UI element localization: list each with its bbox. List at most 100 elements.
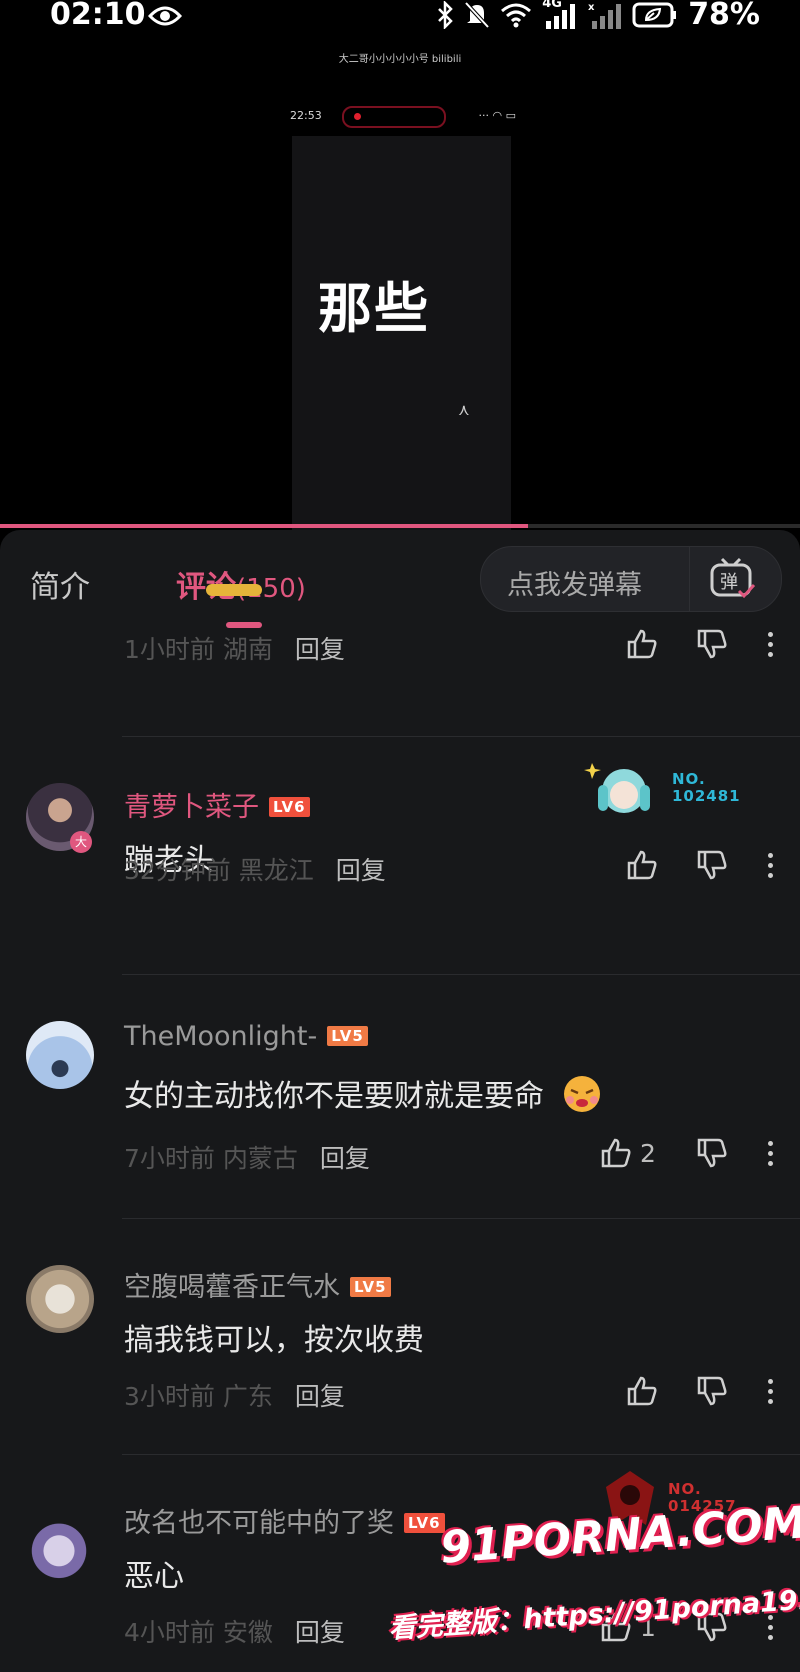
danmaku-icon-label: 弹 (720, 572, 738, 593)
svg-text:x: x (588, 2, 595, 13)
bluetooth-icon (436, 1, 454, 29)
dislike-button[interactable] (696, 628, 728, 664)
inner-signal-icon: ··· ◠ ▭ (478, 109, 516, 122)
dislike-button[interactable] (696, 1137, 728, 1173)
dislike-button[interactable] (696, 849, 728, 885)
fan-badge-no: NO. (672, 770, 706, 788)
comment-location: 广东 (222, 1382, 273, 1411)
signal-4g-icon: 4G (542, 0, 578, 29)
more-icon[interactable] (768, 853, 776, 883)
username-text: 改名也不可能中的了奖 (124, 1508, 394, 1539)
thumb-down-icon (697, 850, 727, 880)
comment-text: 恶心 (124, 1559, 184, 1594)
comments-panel: 简介 评论(150) 点我发弹幕 弹 1小时前 湖南 回复 (0, 530, 800, 1672)
thumb-up-icon (601, 1138, 631, 1168)
thumb-down-icon (697, 1138, 727, 1168)
signal-icon: x (588, 1, 622, 29)
video-progress-fill (0, 524, 528, 528)
comment-location: 湖南 (222, 635, 273, 664)
comment-username[interactable]: 空腹喝藿香正气水 LV5 (124, 1265, 391, 1304)
more-icon[interactable] (768, 1615, 776, 1645)
network-type-label: 4G (542, 0, 562, 11)
comment-time: 32分钟前 (124, 856, 231, 885)
video-player[interactable]: 大二哥小小小小小号 bilibili 22:53 ··· ◠ ▭ 那些 ⋏ (0, 40, 800, 562)
comment-meta: 1小时前 湖南 回复 (124, 630, 345, 666)
level-badge: LV6 (269, 797, 310, 817)
inner-time: 22:53 (290, 109, 322, 122)
comment-text: 女的主动找你不是要财就是要命 (124, 1071, 604, 1122)
fan-badge-number: NO. 102481 (672, 771, 741, 805)
mute-bell-icon (464, 1, 490, 29)
comment-username[interactable]: TheMoonlight- LV5 (124, 1021, 368, 1052)
reply-button[interactable]: 回复 (295, 1618, 345, 1647)
username-text: 空腹喝藿香正气水 (124, 1272, 340, 1303)
danmaku-input[interactable]: 点我发弹幕 弹 (480, 546, 782, 612)
comment-username[interactable]: 青萝卜菜子 LV6 (124, 785, 310, 824)
comment-text-content: 女的主动找你不是要财就是要命 (124, 1079, 544, 1114)
reply-button[interactable]: 回复 (320, 1144, 370, 1173)
danmaku-placeholder: 点我发弹幕 (507, 570, 642, 601)
tab-intro[interactable]: 简介 (30, 562, 90, 606)
emoji-partial (206, 584, 262, 596)
thumb-up-icon (627, 629, 657, 659)
status-bar: 02:10 4G x 78% (0, 0, 800, 36)
comment-text: 搞我钱可以，按次收费 (124, 1323, 424, 1358)
divider (689, 547, 690, 611)
video-progress-bar[interactable] (0, 524, 800, 528)
fan-badge-num: 102481 (672, 787, 741, 805)
avatar[interactable] (18, 1509, 100, 1585)
username-text: TheMoonlight- (124, 1021, 318, 1052)
emoji-icon (560, 1074, 604, 1122)
fan-badge-no: NO. (668, 1480, 702, 1498)
more-icon[interactable] (768, 632, 776, 662)
eye-icon (148, 4, 182, 28)
reply-button[interactable]: 回复 (295, 635, 345, 664)
more-icon[interactable] (768, 1379, 776, 1409)
comment-username[interactable]: 改名也不可能中的了奖 LV6 (124, 1501, 445, 1540)
comment-divider (122, 1218, 800, 1219)
avatar[interactable] (26, 1265, 94, 1333)
comment-time: 4小时前 (124, 1618, 215, 1647)
danmaku-toggle-icon[interactable]: 弹 (709, 557, 757, 605)
username-text: 青萝卜菜子 (124, 792, 259, 823)
like-button[interactable]: 2 (600, 1137, 656, 1169)
more-icon[interactable] (768, 1141, 776, 1171)
comment-location: 黑龙江 (238, 856, 314, 885)
reply-button[interactable]: 回复 (295, 1382, 345, 1411)
thumb-down-icon (697, 629, 727, 659)
comment-meta: 7小时前 内蒙古 回复 (124, 1139, 370, 1175)
comment-divider (122, 974, 800, 975)
comment-divider (122, 1454, 800, 1455)
comment-time: 1小时前 (124, 635, 215, 664)
inner-phone-status: 22:53 ··· ◠ ▭ (282, 104, 520, 128)
thumb-up-icon (627, 1376, 657, 1406)
like-button[interactable] (626, 1375, 666, 1407)
wifi-icon (500, 2, 532, 28)
vip-badge-icon: 大 (70, 831, 92, 853)
video-caption: 大二哥小小小小小号 bilibili (338, 54, 462, 65)
comment-divider (122, 736, 800, 737)
comment-time: 7小时前 (124, 1144, 215, 1173)
comment-meta: 4小时前 安徽 回复 (124, 1613, 345, 1649)
comment-meta: 3小时前 广东 回复 (124, 1377, 345, 1413)
level-badge: LV5 (327, 1026, 368, 1046)
video-frame (292, 136, 511, 562)
reply-button[interactable]: 回复 (336, 856, 386, 885)
video-overlay-text: 那些 (318, 277, 430, 340)
comment-location: 内蒙古 (222, 1144, 298, 1173)
comment-time: 3小时前 (124, 1382, 215, 1411)
battery-percent: 78% (688, 0, 760, 32)
comment-location: 安徽 (222, 1618, 273, 1647)
avatar[interactable] (26, 1021, 94, 1089)
dislike-button[interactable] (696, 1375, 728, 1411)
status-time: 02:10 (50, 0, 146, 32)
comment-meta: 32分钟前 黑龙江 回复 (124, 851, 386, 887)
recording-pill (342, 106, 446, 128)
tab-bar: 简介 评论(150) 点我发弹幕 弹 (0, 530, 800, 630)
like-button[interactable] (626, 628, 666, 660)
battery-icon (632, 1, 678, 29)
like-button[interactable] (626, 849, 666, 881)
like-count: 2 (640, 1138, 656, 1168)
tab-underline (226, 622, 262, 628)
thumb-up-icon (627, 850, 657, 880)
